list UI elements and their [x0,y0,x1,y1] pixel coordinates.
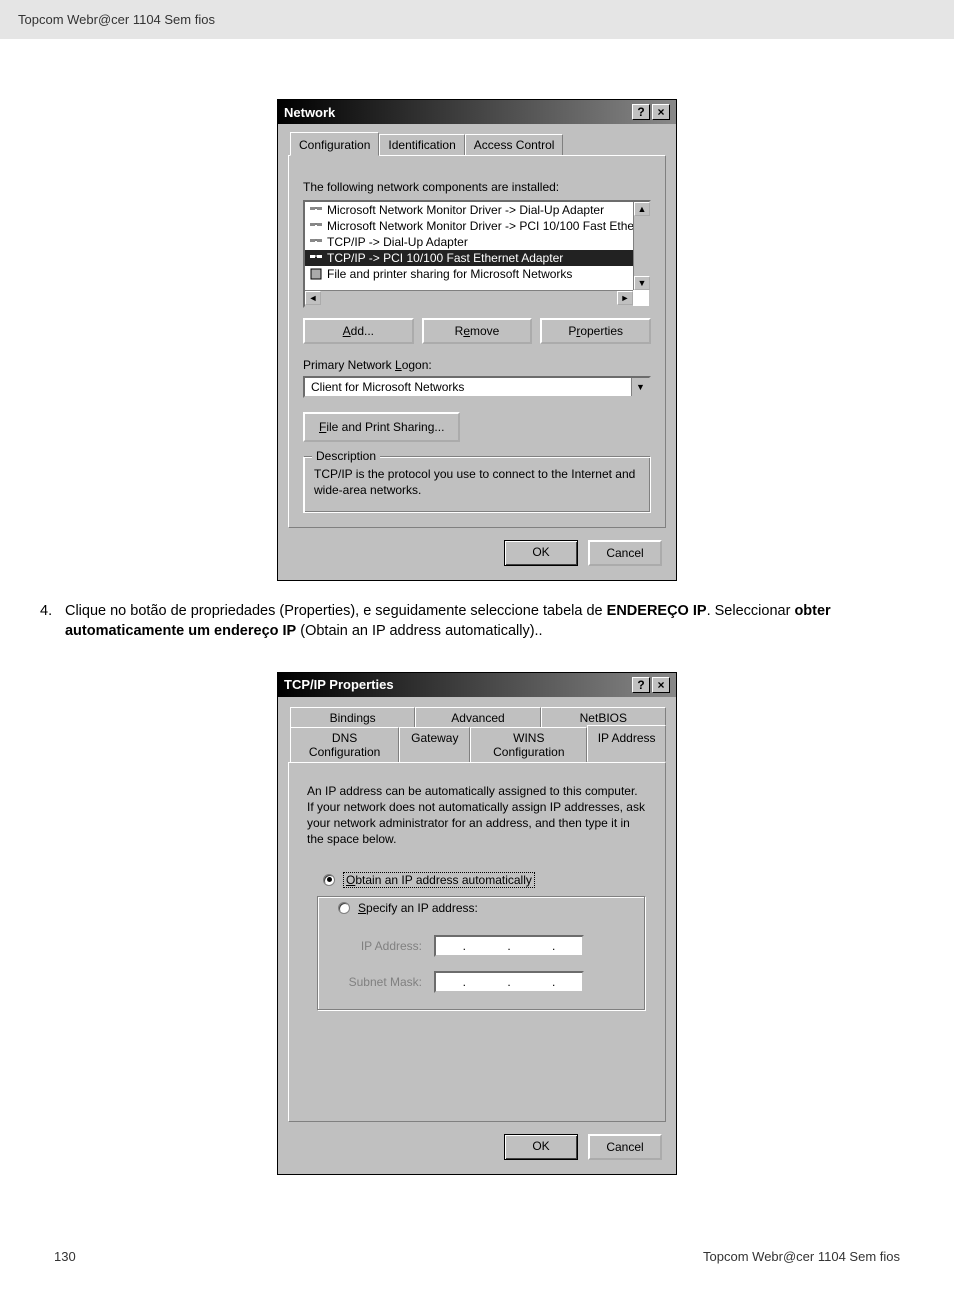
tcpip-dialog: TCP/IP Properties ? × Bindings Advanced … [277,672,677,1175]
tab-gateway[interactable]: Gateway [399,727,470,762]
dialog-title: TCP/IP Properties [284,677,394,692]
scroll-left-icon[interactable]: ◄ [305,291,321,305]
list-item[interactable]: TCP/IP -> Dial-Up Adapter [305,234,649,250]
tab-ipaddress[interactable]: IP Address [587,725,666,762]
add-button[interactable]: Add... [303,318,414,344]
tabpanel: The following network components are ins… [288,155,666,528]
scroll-right-icon[interactable]: ► [617,291,633,305]
instruction-step: 4. Clique no botão de propriedades (Prop… [40,601,914,642]
step-number: 4. [40,601,55,642]
tab-configuration[interactable]: Configuration [290,132,379,156]
footer-text: Topcom Webr@cer 1104 Sem fios [703,1249,900,1264]
close-button[interactable]: × [652,104,670,120]
network-dialog: Network ? × Configuration Identification… [277,99,677,581]
page-number: 130 [54,1249,76,1264]
radio-icon [323,874,335,886]
step-text: Clique no botão de propriedades (Propert… [65,601,914,642]
help-button[interactable]: ? [632,677,650,693]
dropdown-arrow-icon[interactable]: ▼ [631,378,649,396]
description-text: TCP/IP is the protocol you use to connec… [314,467,640,498]
radio-icon [338,902,350,914]
titlebar: TCP/IP Properties ? × [278,673,676,697]
service-icon [309,267,323,281]
components-listbox[interactable]: Microsoft Network Monitor Driver -> Dial… [303,200,651,308]
cancel-button[interactable]: Cancel [588,540,662,566]
tab-advanced[interactable]: Advanced [415,707,540,728]
ip-address-label: IP Address: [332,939,422,953]
list-item[interactable]: File and printer sharing for Microsoft N… [305,266,649,282]
description-group: Description TCP/IP is the protocol you u… [303,456,651,513]
scroll-up-icon[interactable]: ▲ [634,202,650,216]
list-item-selected[interactable]: TCP/IP -> PCI 10/100 Fast Ethernet Adapt… [305,250,649,266]
titlebar: Network ? × [278,100,676,124]
tabpanel: An IP address can be automatically assig… [288,762,666,1122]
subnet-mask-input[interactable]: ... [434,971,584,993]
tabs: Configuration Identification Access Cont… [290,134,666,156]
help-button[interactable]: ? [632,104,650,120]
close-button[interactable]: × [652,677,670,693]
logon-label: Primary Network Logon: [303,358,651,372]
vertical-scrollbar[interactable]: ▲ ▼ [633,202,649,290]
horizontal-scrollbar[interactable]: ◄ ► [305,290,633,306]
list-item[interactable]: Microsoft Network Monitor Driver -> Dial… [305,202,649,218]
header-text: Topcom Webr@cer 1104 Sem fios [18,12,215,27]
page-footer: 130 Topcom Webr@cer 1104 Sem fios [54,1249,900,1264]
list-item[interactable]: Microsoft Network Monitor Driver -> PCI … [305,218,649,234]
tab-wins[interactable]: WINS Configuration [470,727,587,762]
ok-button[interactable]: OK [504,540,578,566]
tab-identification[interactable]: Identification [379,134,464,156]
tabs: Bindings Advanced NetBIOS DNS Configurat… [290,707,666,762]
protocol-icon [309,251,323,265]
file-print-sharing-button[interactable]: File and Print Sharing... [303,412,460,442]
info-text: An IP address can be automatically assig… [307,783,647,848]
subnet-mask-label: Subnet Mask: [332,975,422,989]
protocol-icon [309,219,323,233]
specify-ip-group: Specify an IP address: IP Address: ... S… [317,896,645,1010]
components-label: The following network components are ins… [303,180,651,194]
protocol-icon [309,235,323,249]
radio-specify[interactable]: Specify an IP address: [338,901,482,915]
ip-address-input[interactable]: ... [434,935,584,957]
dialog-title: Network [284,105,335,120]
page-header: Topcom Webr@cer 1104 Sem fios [0,0,954,39]
description-legend: Description [312,449,380,463]
ok-button[interactable]: OK [504,1134,578,1160]
logon-value: Client for Microsoft Networks [305,378,631,396]
tab-access-control[interactable]: Access Control [465,134,564,156]
properties-button[interactable]: Properties [540,318,651,344]
radio-obtain-auto[interactable]: Obtain an IP address automatically [323,872,651,888]
protocol-icon [309,203,323,217]
tab-bindings[interactable]: Bindings [290,707,415,728]
scroll-down-icon[interactable]: ▼ [634,276,650,290]
cancel-button[interactable]: Cancel [588,1134,662,1160]
tab-dns[interactable]: DNS Configuration [290,727,399,762]
remove-button[interactable]: Remove [422,318,533,344]
logon-combo[interactable]: Client for Microsoft Networks ▼ [303,376,651,398]
